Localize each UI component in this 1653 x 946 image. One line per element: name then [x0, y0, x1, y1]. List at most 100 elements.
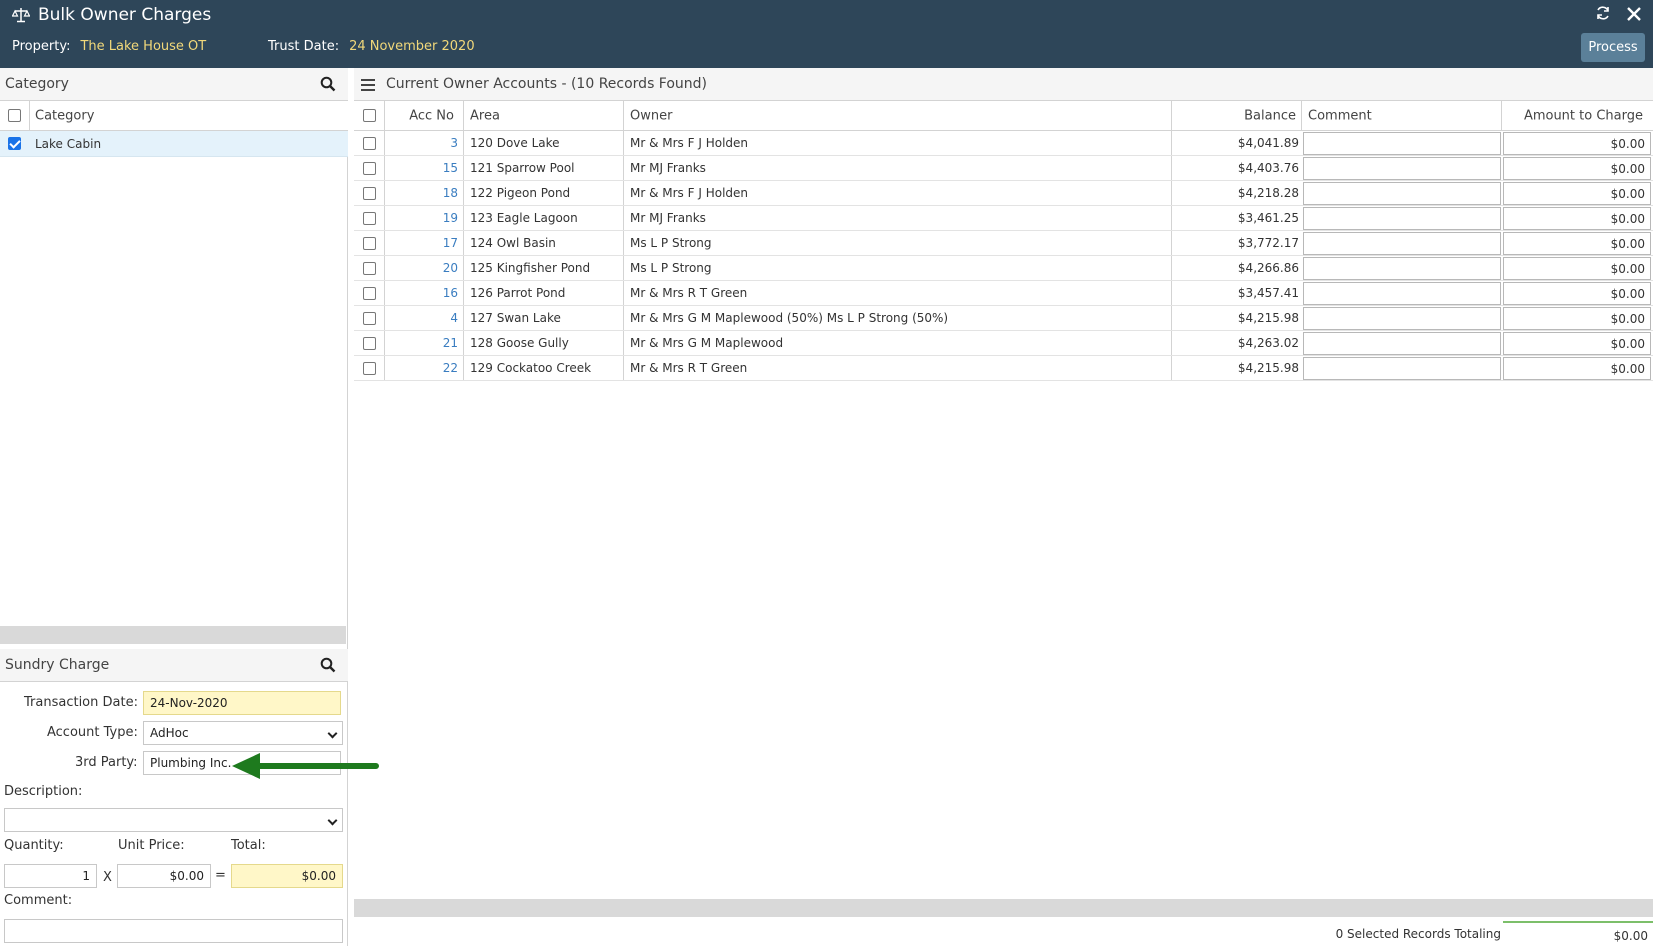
close-button[interactable]	[1623, 3, 1645, 25]
amount-to-charge-column-header[interactable]: Amount to Charge	[1524, 108, 1643, 123]
row-checkbox[interactable]	[363, 187, 376, 200]
table-row[interactable]: 19 123 Eagle Lagoon Mr MJ Franks $3,461.25 $…	[354, 206, 1653, 231]
table-row[interactable]: 17 124 Owl Basin Ms L P Strong $3,772.17 $0.…	[354, 231, 1653, 256]
owner-cell: Mr & Mrs F J Holden	[630, 186, 749, 200]
quantity-value: 1	[82, 869, 90, 883]
table-row[interactable]: 4 127 Swan Lake Mr & Mrs G M Maplewood (50…	[354, 306, 1653, 331]
acc-no-cell[interactable]: 18	[443, 186, 458, 200]
acc-no-cell[interactable]: 3	[450, 136, 458, 150]
select-all-categories-checkbox[interactable]	[8, 109, 21, 122]
quantity-label: Quantity:	[4, 838, 64, 853]
comment-input[interactable]	[1303, 132, 1501, 155]
comment-input[interactable]	[1303, 357, 1501, 380]
category-row[interactable]: Lake Cabin	[0, 131, 348, 157]
amount-to-charge-input[interactable]: $0.00	[1503, 132, 1651, 155]
area-cell: 120 Dove Lake	[470, 136, 560, 150]
comment-field[interactable]	[4, 919, 343, 943]
amount-to-charge-input[interactable]: $0.00	[1503, 257, 1651, 280]
comment-input[interactable]	[1303, 182, 1501, 205]
column-divider	[623, 206, 624, 230]
owner-cell: Mr MJ Franks	[630, 161, 706, 175]
amount-value: $0.00	[1610, 187, 1645, 201]
transaction-date-field[interactable]: 24-Nov-2020	[143, 691, 341, 715]
account-type-select[interactable]: AdHoc	[143, 721, 343, 745]
table-row[interactable]: 15 121 Sparrow Pool Mr MJ Franks $4,403.76 $…	[354, 156, 1653, 181]
left-panel: Category Category Lake Cabin Sundry Char…	[0, 68, 348, 946]
refresh-button[interactable]	[1592, 2, 1614, 24]
acc-no-cell[interactable]: 20	[443, 261, 458, 275]
row-checkbox[interactable]	[363, 312, 376, 325]
acc-no-cell[interactable]: 16	[443, 286, 458, 300]
table-row[interactable]: 20 125 Kingfisher Pond Ms L P Strong $4,266…	[354, 256, 1653, 281]
owner-cell: Mr & Mrs G M Maplewood (50%) Ms L P Stro…	[630, 311, 949, 325]
category-label: Lake Cabin	[35, 136, 102, 151]
search-icon[interactable]	[320, 657, 336, 673]
row-checkbox[interactable]	[363, 262, 376, 275]
amount-to-charge-input[interactable]: $0.00	[1503, 282, 1651, 305]
table-row[interactable]: 18 122 Pigeon Pond Mr & Mrs F J Holden $4,2…	[354, 181, 1653, 206]
scales-icon	[12, 8, 30, 23]
acc-no-cell[interactable]: 21	[443, 336, 458, 350]
amount-to-charge-input[interactable]: $0.00	[1503, 232, 1651, 255]
transaction-date-label: Transaction Date:	[24, 695, 138, 710]
acc-no-cell[interactable]: 4	[450, 311, 458, 325]
table-row[interactable]: 21 128 Goose Gully Mr & Mrs G M Maplewood $…	[354, 331, 1653, 356]
comment-column-header[interactable]: Comment	[1308, 108, 1372, 123]
owner-column-header[interactable]: Owner	[630, 108, 672, 123]
amount-to-charge-input[interactable]: $0.00	[1503, 157, 1651, 180]
column-divider	[463, 101, 464, 130]
comment-input[interactable]	[1303, 207, 1501, 230]
comment-input[interactable]	[1303, 282, 1501, 305]
balance-column-header[interactable]: Balance	[1244, 108, 1296, 123]
column-divider	[623, 101, 624, 130]
column-divider	[623, 181, 624, 205]
unit-price-field[interactable]: $0.00	[117, 864, 211, 888]
row-checkbox[interactable]	[363, 337, 376, 350]
row-checkbox[interactable]	[363, 287, 376, 300]
column-divider	[463, 181, 464, 205]
acc-no-cell[interactable]: 17	[443, 236, 458, 250]
column-divider	[1171, 256, 1172, 280]
row-checkbox[interactable]	[363, 162, 376, 175]
select-all-accounts-checkbox[interactable]	[363, 109, 376, 122]
quantity-field[interactable]: 1	[4, 864, 97, 888]
horizontal-scrollbar[interactable]	[354, 899, 1653, 917]
amount-to-charge-input[interactable]: $0.00	[1503, 332, 1651, 355]
comment-input[interactable]	[1303, 257, 1501, 280]
acc-no-cell[interactable]: 15	[443, 161, 458, 175]
table-row[interactable]: 3 120 Dove Lake Mr & Mrs F J Holden $4,041.…	[354, 131, 1653, 156]
row-checkbox[interactable]	[363, 137, 376, 150]
row-checkbox[interactable]	[363, 212, 376, 225]
horizontal-scrollbar[interactable]	[0, 626, 346, 644]
table-row[interactable]: 22 129 Cockatoo Creek Mr & Mrs R T Green $4…	[354, 356, 1653, 381]
comment-input[interactable]	[1303, 157, 1501, 180]
amount-to-charge-input[interactable]: $0.00	[1503, 357, 1651, 380]
amount-value: $0.00	[1610, 312, 1645, 326]
acc-no-column-header[interactable]: Acc No	[409, 108, 454, 123]
total-field: $0.00	[231, 864, 343, 888]
table-row[interactable]: 16 126 Parrot Pond Mr & Mrs R T Green $3,45…	[354, 281, 1653, 306]
description-select[interactable]	[4, 808, 343, 832]
acc-no-cell[interactable]: 22	[443, 361, 458, 375]
amount-to-charge-input[interactable]: $0.00	[1503, 207, 1651, 230]
balance-cell: $3,461.25	[1237, 211, 1299, 225]
row-checkbox[interactable]	[363, 237, 376, 250]
row-checkbox[interactable]	[363, 362, 376, 375]
category-panel-title: Category	[5, 76, 69, 92]
area-column-header[interactable]: Area	[470, 108, 500, 123]
amount-to-charge-input[interactable]: $0.00	[1503, 182, 1651, 205]
acc-no-cell[interactable]: 19	[443, 211, 458, 225]
search-icon[interactable]	[320, 76, 336, 92]
column-divider	[1171, 206, 1172, 230]
amount-value: $0.00	[1610, 337, 1645, 351]
comment-input[interactable]	[1303, 332, 1501, 355]
comment-label: Comment:	[4, 893, 73, 908]
comment-input[interactable]	[1303, 232, 1501, 255]
category-checkbox[interactable]	[8, 137, 21, 150]
amount-to-charge-input[interactable]: $0.00	[1503, 307, 1651, 330]
comment-input[interactable]	[1303, 307, 1501, 330]
grid-header-bar: Current Owner Accounts - (10 Records Fou…	[354, 68, 1653, 101]
property-label: Property:	[12, 39, 71, 54]
process-button[interactable]: Process	[1581, 33, 1645, 62]
menu-icon[interactable]	[361, 79, 375, 91]
